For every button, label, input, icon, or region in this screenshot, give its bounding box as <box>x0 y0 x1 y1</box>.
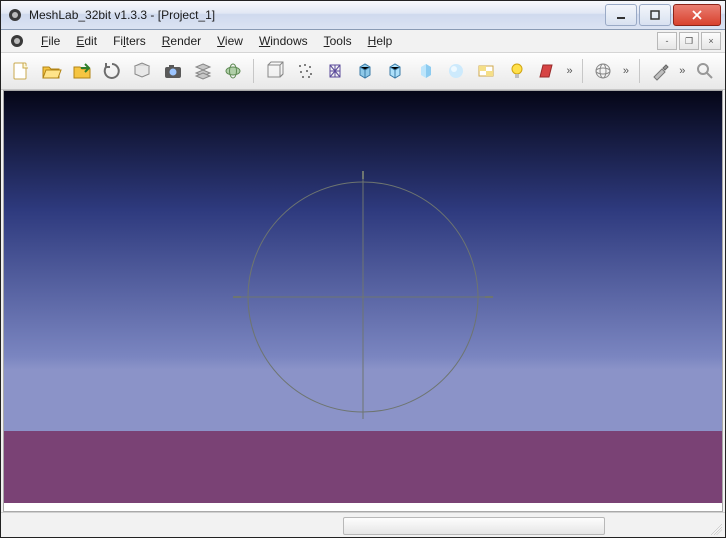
backface-button[interactable] <box>533 56 561 86</box>
points-button[interactable] <box>290 56 318 86</box>
snapshot-button[interactable] <box>158 56 186 86</box>
light-button[interactable] <box>502 56 530 86</box>
export-mesh-button[interactable] <box>128 56 156 86</box>
toolbar-overflow-button[interactable]: » <box>563 65 576 77</box>
reload-button[interactable] <box>98 56 126 86</box>
menu-bar: File Edit Filters Render View Windows To… <box>1 30 725 53</box>
hiddenlines-button[interactable] <box>351 56 379 86</box>
texture-button[interactable] <box>472 56 500 86</box>
viewport-canvas[interactable] <box>4 91 722 503</box>
menu-view[interactable]: View <box>209 30 251 52</box>
toolbar: » » » <box>1 53 725 90</box>
mdi-buttons: - ❐ × <box>657 32 721 50</box>
toolbar-overflow-3-button[interactable]: » <box>676 65 689 77</box>
app-icon <box>7 7 23 23</box>
menu-edit[interactable]: Edit <box>68 30 105 52</box>
toolbar-separator <box>253 59 254 83</box>
search-button[interactable] <box>691 56 719 86</box>
tools-button[interactable] <box>645 56 673 86</box>
menu-help[interactable]: Help <box>360 30 401 52</box>
resize-grip[interactable] <box>708 521 722 535</box>
workarea[interactable] <box>3 90 723 512</box>
maximize-button[interactable] <box>639 4 671 26</box>
trackball-button[interactable] <box>589 56 617 86</box>
titlebar[interactable]: MeshLab_32bit v1.3.3 - [Project_1] <box>1 1 725 30</box>
import-mesh-button[interactable] <box>68 56 96 86</box>
menu-windows[interactable]: Windows <box>251 30 316 52</box>
mdi-restore-button[interactable]: ❐ <box>679 32 699 50</box>
menu-filters[interactable]: Filters <box>105 30 154 52</box>
bbox-button[interactable] <box>260 56 288 86</box>
toolbar-separator-2 <box>582 59 583 83</box>
mdi-minimize-button[interactable]: - <box>657 32 677 50</box>
wireframe-button[interactable] <box>321 56 349 86</box>
toolbar-separator-3 <box>639 59 640 83</box>
open-project-button[interactable] <box>37 56 65 86</box>
raster-mode-button[interactable] <box>219 56 247 86</box>
flat-button[interactable] <box>412 56 440 86</box>
menu-tools[interactable]: Tools <box>316 30 360 52</box>
menu-app-icon <box>9 33 25 49</box>
progress-bar <box>343 517 605 535</box>
layers-button[interactable] <box>189 56 217 86</box>
flatlines-button[interactable] <box>381 56 409 86</box>
close-button[interactable] <box>673 4 721 26</box>
window-title: MeshLab_32bit v1.3.3 - [Project_1] <box>29 8 603 22</box>
menu-render[interactable]: Render <box>154 30 209 52</box>
status-bar <box>1 512 725 537</box>
minimize-button[interactable] <box>605 4 637 26</box>
viewport-ground <box>4 431 722 503</box>
app-window: MeshLab_32bit v1.3.3 - [Project_1] File … <box>0 0 726 538</box>
mdi-close-button[interactable]: × <box>701 32 721 50</box>
window-buttons-group <box>603 4 721 26</box>
toolbar-overflow-2-button[interactable]: » <box>619 65 632 77</box>
menu-file[interactable]: File <box>33 30 68 52</box>
new-project-button[interactable] <box>7 56 35 86</box>
smooth-button[interactable] <box>442 56 470 86</box>
